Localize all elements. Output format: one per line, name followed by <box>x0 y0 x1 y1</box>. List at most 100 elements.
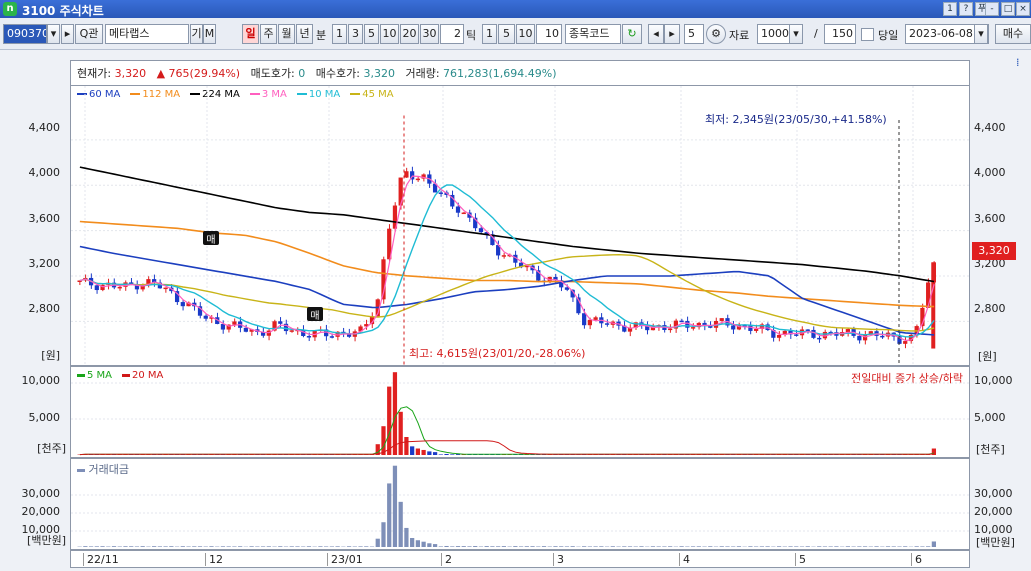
amount-bar <box>157 546 162 547</box>
help-icon[interactable]: ? <box>959 2 973 16</box>
next-icon[interactable]: ▸ <box>664 24 680 44</box>
buy-signal-marker: 매 <box>203 231 219 246</box>
candle-body <box>415 178 420 181</box>
settings-icon[interactable]: ⚙ <box>706 24 726 44</box>
amount-bar <box>88 546 94 547</box>
candle-body <box>94 285 99 291</box>
prev-icon[interactable]: ◂ <box>648 24 664 44</box>
amount-bar <box>776 546 782 547</box>
minute-3-button[interactable]: 3 <box>348 24 363 44</box>
volume-unit-label: [천주] <box>976 443 1005 456</box>
amount-bar <box>220 546 226 547</box>
amount-bar <box>553 546 558 547</box>
candle-body <box>748 325 753 331</box>
amount-bar <box>874 546 879 547</box>
amount-bar <box>914 546 919 547</box>
amount-bar <box>455 546 461 547</box>
candle-body <box>461 212 466 215</box>
volume-bar <box>387 386 392 455</box>
amount-bar <box>524 546 529 547</box>
amount-bar <box>794 546 799 547</box>
minute-input[interactable]: 2 <box>440 24 464 44</box>
amount-bar <box>920 546 925 547</box>
ma-line-45 <box>79 253 935 332</box>
ask-value: 0 <box>298 67 306 80</box>
amount-bar <box>450 546 455 547</box>
amount-bar <box>496 546 501 547</box>
amount-bar <box>662 546 667 547</box>
stock-name-field[interactable]: 메타랩스 <box>105 24 189 44</box>
price-tick-label: 3,600 <box>28 212 61 225</box>
period-week-button[interactable]: 주 <box>260 24 277 44</box>
tick-1-button[interactable]: 1 <box>482 24 497 44</box>
tick-input[interactable]: 10 <box>536 24 562 44</box>
search-button[interactable]: Q관 <box>75 24 103 44</box>
volume-tick-label: 10,000 <box>974 374 1013 387</box>
amount-bar <box>306 546 312 547</box>
volume-tick-label: 10,000 <box>21 374 61 387</box>
x-tick-label: 4 <box>679 553 690 566</box>
amount-bar <box>180 546 185 547</box>
chevron-down-icon[interactable]: ▾ <box>789 24 803 44</box>
candle-body <box>180 302 185 307</box>
amount-bar <box>639 546 644 547</box>
amount-bar <box>415 540 420 547</box>
candle-body <box>679 320 684 323</box>
same-day-label: 당일 <box>878 29 899 42</box>
memo-button[interactable]: M <box>203 24 216 44</box>
amount-bar <box>197 546 203 547</box>
low-annotation: 최저: 2,345원(23/05/30,+41.58%) <box>705 111 887 127</box>
price-chart-panel[interactable]: 현재가: 3,320 ▲ 765(29.94%) 매도호가: 0 매수호가: 3… <box>70 60 970 366</box>
volume-bar <box>432 452 438 455</box>
minute-30-button[interactable]: 30 <box>420 24 439 44</box>
period-year-button[interactable]: 년 <box>296 24 313 44</box>
amount-bar <box>656 546 661 547</box>
amount-bar <box>346 546 352 547</box>
amount-bar <box>559 546 564 547</box>
title-bar: n 3100 주식차트 1 ? 푸 - □ × <box>0 0 1031 18</box>
tick-5-button[interactable]: 5 <box>498 24 515 44</box>
amount-tick-label: 30,000 <box>974 487 1013 500</box>
amount-bar <box>467 546 472 547</box>
volume-bar <box>381 426 386 455</box>
amount-bar <box>708 546 713 547</box>
panel-expand-icon[interactable]: ⁞ <box>1016 56 1020 69</box>
amount-bar <box>260 546 266 547</box>
amount-bar <box>564 546 570 547</box>
window-num-button[interactable]: 1 <box>943 2 957 16</box>
minute-5-button[interactable]: 5 <box>364 24 379 44</box>
minute-20-button[interactable]: 20 <box>400 24 419 44</box>
candle-body <box>278 321 283 324</box>
minute-10-button[interactable]: 10 <box>380 24 399 44</box>
amount-unit-label: [백만원] <box>27 534 66 547</box>
amount-bar <box>238 546 243 547</box>
x-tick-label: 23/01 <box>327 553 363 566</box>
info-button[interactable]: 기 <box>190 24 203 44</box>
amount-bar <box>444 545 449 547</box>
x-tick-label: 5 <box>795 553 806 566</box>
tick-10-button[interactable]: 10 <box>516 24 535 44</box>
refresh-icon[interactable]: ↻ <box>622 24 642 44</box>
ask-label: 매도호가: <box>250 67 295 80</box>
amount-bar <box>650 546 656 547</box>
amount-panel[interactable]: 거래대금 <box>70 458 970 550</box>
same-day-checkbox[interactable] <box>861 28 874 41</box>
volume-tick-label: 5,000 <box>28 411 61 424</box>
volume-value: 761,283(1,694.49%) <box>443 67 557 80</box>
volume-ma5-line <box>79 406 935 456</box>
volume-bar <box>450 454 455 455</box>
view-count-input[interactable]: 150 <box>824 24 856 44</box>
price-tick-label: 3,600 <box>974 212 1006 225</box>
step-input[interactable]: 5 <box>684 24 704 44</box>
amount-bar <box>392 465 398 547</box>
minute-1-button[interactable]: 1 <box>332 24 347 44</box>
candle-body <box>604 323 610 325</box>
code-combo[interactable]: 종목코드 <box>565 24 621 44</box>
amount-bar <box>622 546 627 547</box>
period-month-button[interactable]: 월 <box>278 24 295 44</box>
candle-body <box>163 287 168 290</box>
amount-bar <box>209 546 214 547</box>
amount-bar <box>731 546 736 547</box>
period-day-button[interactable]: 일 <box>242 24 259 44</box>
volume-panel[interactable]: 5 MA 20 MA 전일대비 증가 상승/하락 <box>70 366 970 458</box>
